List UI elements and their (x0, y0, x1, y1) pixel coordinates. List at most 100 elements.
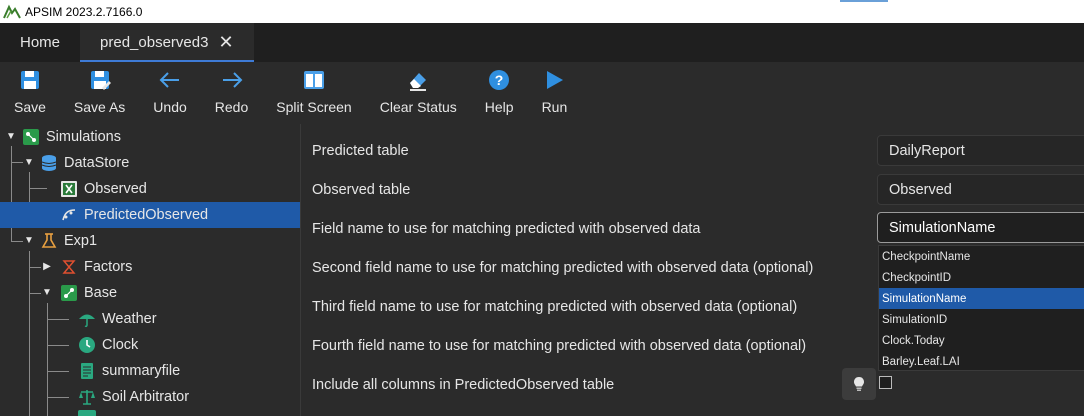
observed-table-value: Observed (889, 181, 952, 198)
svg-text:?: ? (495, 72, 504, 88)
predicted-table-label: Predicted table (312, 143, 409, 159)
tree-node-partial (78, 410, 102, 416)
tree-connector (47, 371, 69, 372)
tree-node-weather[interactable]: Weather (78, 306, 157, 332)
factors-icon (60, 258, 78, 276)
database-icon (40, 154, 58, 172)
clear-status-button[interactable]: Clear Status (366, 62, 471, 115)
split-screen-icon (303, 71, 324, 89)
tree-node-datastore[interactable]: DataStore (40, 150, 129, 176)
tree-connector (47, 319, 69, 320)
tree-node-base[interactable]: Base (60, 280, 117, 306)
redo-label: Redo (214, 99, 249, 115)
tree-label: DataStore (64, 155, 130, 171)
include-all-columns-checkbox[interactable] (879, 376, 892, 389)
toolbar: Save Save As Undo Redo Split Screen Clea… (0, 62, 1084, 123)
tree-node-clock[interactable]: Clock (78, 332, 138, 358)
expand-caret-icon[interactable]: ▼ (6, 131, 16, 142)
expand-caret-icon[interactable]: ▼ (24, 157, 34, 168)
predicted-table-dropdown[interactable]: DailyReport (877, 135, 1084, 166)
tree-connector (29, 267, 41, 268)
undo-button[interactable]: Undo (139, 62, 200, 115)
observed-table-dropdown[interactable]: Observed (877, 174, 1084, 205)
include-all-columns-label: Include all columns in PredictedObserved… (312, 377, 615, 393)
tree-node-simulations[interactable]: Simulations (22, 124, 121, 150)
undo-label: Undo (153, 99, 187, 115)
close-tab-icon[interactable]: ✕ (218, 32, 233, 53)
tree-node-predicted-observed[interactable]: PredictedObserved (0, 202, 300, 228)
collapse-caret-icon[interactable]: ▶ (42, 261, 52, 272)
dropdown-option[interactable]: Barley.Leaf.LAI (879, 351, 1084, 372)
dropdown-option[interactable]: Clock.Today (879, 330, 1084, 351)
save-as-button[interactable]: Save As (60, 62, 139, 115)
tree-node-summaryfile[interactable]: summaryfile (78, 358, 180, 384)
tree-connector (11, 162, 23, 163)
dropdown-option[interactable]: CheckpointName (879, 246, 1084, 267)
tree-connector (47, 345, 69, 346)
tree-node-observed[interactable]: Observed (60, 176, 147, 202)
tab-pred-observed3[interactable]: pred_observed3 ✕ (80, 23, 254, 62)
save-button[interactable]: Save (8, 62, 60, 115)
tree-label: Weather (102, 311, 157, 327)
field-name-label: Field name to use for matching predicted… (312, 221, 701, 237)
save-as-icon (90, 71, 111, 90)
dropdown-option-selected[interactable]: SimulationName (879, 288, 1084, 309)
predicted-table-value: DailyReport (889, 142, 965, 159)
lightbulb-icon (854, 377, 864, 391)
run-play-icon (547, 71, 564, 89)
observed-table-label: Observed table (312, 182, 411, 198)
window-title: APSIM 2023.2.7166.0 (25, 4, 143, 19)
expand-caret-icon[interactable]: ▼ (42, 287, 52, 298)
clear-status-label: Clear Status (379, 99, 457, 115)
tree-connector (47, 397, 69, 398)
tree-connector (29, 293, 41, 294)
tree-node-factors[interactable]: Factors (60, 254, 132, 280)
info-button[interactable] (842, 368, 876, 400)
redo-button[interactable]: Redo (201, 62, 262, 115)
umbrella-icon (78, 310, 96, 328)
tree-label: Clock (102, 337, 139, 353)
tree-label: Simulations (46, 129, 121, 145)
redo-arrow-icon (222, 72, 242, 88)
expand-caret-icon[interactable]: ▼ (24, 235, 34, 246)
field-name-value: SimulationName (889, 219, 996, 236)
scales-icon (78, 388, 96, 406)
experiment-icon (40, 232, 58, 250)
tree-label: Observed (84, 181, 147, 197)
tab-home-label: Home (20, 34, 61, 51)
split-screen-button[interactable]: Split Screen (262, 62, 365, 115)
tree-node-exp1[interactable]: Exp1 (40, 228, 97, 254)
tab-pred-observed3-label: pred_observed3 (100, 34, 209, 51)
dropdown-option[interactable]: SimulationID (879, 309, 1084, 330)
field-name-options-list: CheckpointName CheckpointID SimulationNa… (878, 245, 1084, 371)
properties-panel: Predicted table DailyReport Observed tab… (302, 124, 1084, 416)
clock-icon (78, 336, 96, 354)
simulations-icon (22, 128, 40, 146)
tree-connector (11, 241, 23, 242)
tree-label: Factors (84, 259, 133, 275)
excel-icon (60, 180, 78, 198)
tree-label: Exp1 (64, 233, 98, 249)
save-label: Save (14, 99, 46, 115)
third-field-label: Third field name to use for matching pre… (312, 299, 798, 315)
summary-file-icon (78, 362, 96, 380)
title-bar: APSIM 2023.2.7166.0 (0, 0, 1084, 23)
help-button[interactable]: ? Help (471, 62, 528, 115)
fourth-field-label: Fourth field name to use for matching pr… (312, 338, 807, 354)
apsim-logo-icon (3, 4, 21, 18)
tree-label: Base (84, 285, 118, 301)
tree-connector (29, 251, 30, 416)
help-label: Help (484, 99, 514, 115)
field-name-dropdown[interactable]: SimulationName (877, 212, 1084, 243)
simulation-tree: ▼ Simulations ▼ DataStore Observed Predi… (0, 124, 301, 416)
tab-bar: Home pred_observed3 ✕ (0, 23, 1084, 62)
run-button[interactable]: Run (528, 62, 582, 115)
simulation-icon (60, 284, 78, 302)
tree-node-soil-arbitrator[interactable]: Soil Arbitrator (78, 384, 189, 410)
save-as-label: Save As (73, 99, 126, 115)
help-icon: ? (489, 70, 510, 90)
undo-arrow-icon (159, 72, 180, 88)
dropdown-option[interactable]: CheckpointID (879, 267, 1084, 288)
predicted-observed-icon (60, 206, 78, 224)
tab-home[interactable]: Home (0, 23, 80, 62)
